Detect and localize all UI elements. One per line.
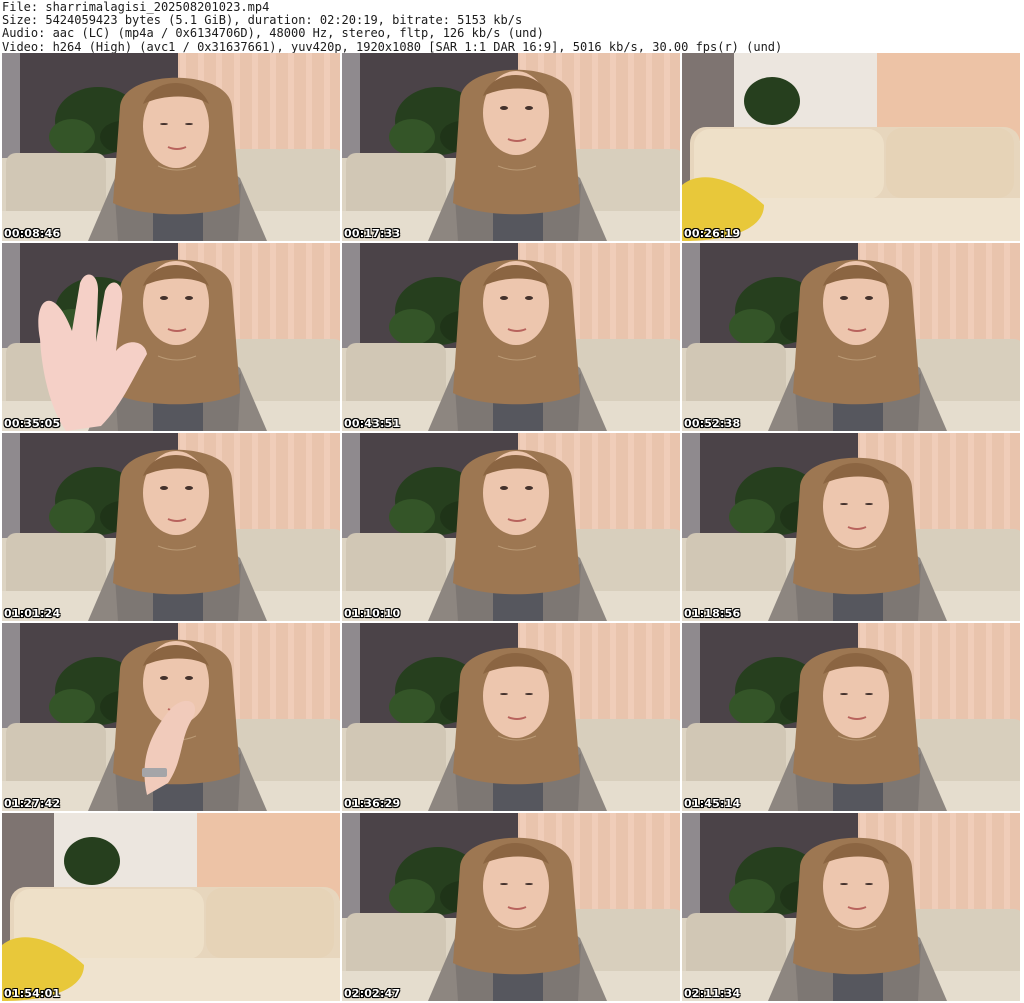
thumbnail-cell: 00:35:05 [2,243,340,431]
timestamp-label: 01:54:01 [4,987,61,1000]
file-name-line: File: sharrimalagisi_202508201023.mp4 [2,1,270,14]
video-frame-thumbnail [682,53,1020,241]
timestamp-label: 00:43:51 [344,417,401,430]
timestamp-label: 01:18:56 [684,607,741,620]
video-metadata-header: File: sharrimalagisi_202508201023.mp4 Si… [2,1,1020,54]
timestamp-label: 00:35:05 [4,417,61,430]
video-frame-thumbnail [342,433,680,621]
video-frame-thumbnail [2,243,340,431]
video-frame-thumbnail [2,433,340,621]
timestamp-label: 01:01:24 [4,607,61,620]
timestamp-label: 00:52:38 [684,417,741,430]
thumbnail-cell: 01:36:29 [342,623,680,811]
thumbnail-cell: 01:27:42 [2,623,340,811]
thumbnail-cell: 02:11:34 [682,813,1020,1001]
video-frame-thumbnail [342,53,680,241]
timestamp-label: 02:11:34 [684,987,741,1000]
video-frame-thumbnail [682,813,1020,1001]
audio-stream-line: Audio: aac (LC) (mp4a / 0x6134706D), 480… [2,27,544,41]
timestamp-label: 00:17:33 [344,227,401,240]
thumbnail-cell: 00:08:46 [2,53,340,241]
video-frame-thumbnail [342,623,680,811]
timestamp-label: 01:45:14 [684,797,741,810]
video-frame-thumbnail [682,623,1020,811]
timestamp-label: 00:08:46 [4,227,61,240]
thumbnail-cell: 00:17:33 [342,53,680,241]
timestamp-label: 01:27:42 [4,797,61,810]
video-stream-line: Video: h264 (High) (avc1 / 0x31637661), … [2,40,783,54]
video-frame-thumbnail [342,243,680,431]
video-frame-thumbnail [2,53,340,241]
thumbnail-cell: 01:45:14 [682,623,1020,811]
video-frame-thumbnail [342,813,680,1001]
empty-sofa-scene [682,53,1020,241]
thumbnail-cell: 00:52:38 [682,243,1020,431]
thumbnail-cell: 01:54:01 [2,813,340,1001]
thumbnail-cell: 01:10:10 [342,433,680,621]
thumbnail-cell: 00:43:51 [342,243,680,431]
file-size-duration-line: Size: 5424059423 bytes (5.1 GiB), durati… [2,14,523,28]
thumbnail-cell: 02:02:47 [342,813,680,1001]
empty-sofa-scene [2,813,340,1001]
thumbnail-cell: 00:26:19 [682,53,1020,241]
thumbnail-cell: 01:01:24 [2,433,340,621]
wristwatch [142,768,167,777]
video-frame-thumbnail [682,433,1020,621]
thumbnail-cell: 01:18:56 [682,433,1020,621]
timestamp-label: 01:36:29 [344,797,401,810]
thumbnail-grid: 00:08:46 00:17:33 00:26:19 00:35:05 00:43:51… [2,53,1022,1001]
video-frame-thumbnail [2,623,340,811]
video-frame-thumbnail [2,813,340,1001]
video-frame-thumbnail [682,243,1020,431]
timestamp-label: 02:02:47 [344,987,401,1000]
timestamp-label: 01:10:10 [344,607,401,620]
timestamp-label: 00:26:19 [684,227,741,240]
